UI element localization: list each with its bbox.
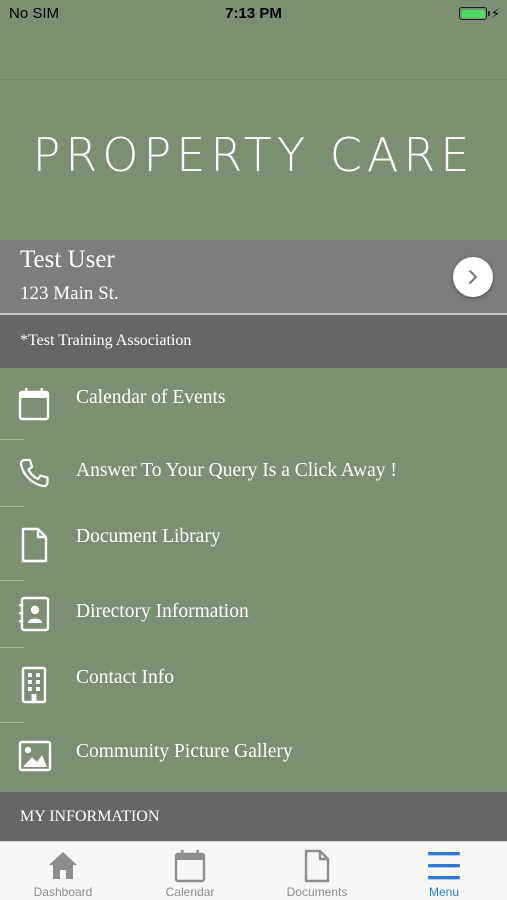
phone-icon <box>19 458 49 488</box>
picture-icon <box>18 740 52 772</box>
tab-calendar[interactable]: Calendar <box>127 842 253 900</box>
status-bar: No SIM 7:13 PM ⚡︎ <box>0 0 507 28</box>
menu-item-contact-info[interactable]: Contact Info <box>0 648 507 722</box>
home-icon <box>49 852 77 879</box>
menu-item-label: Directory Information <box>76 601 249 622</box>
calendar-icon <box>174 850 206 883</box>
tab-documents[interactable]: Documents <box>254 842 380 900</box>
tab-label: Calendar <box>165 885 215 899</box>
menu-item-calendar-of-events[interactable]: Calendar of Events <box>0 369 507 439</box>
document-icon <box>21 527 48 563</box>
tab-label: Menu <box>428 885 460 899</box>
menu-item-document-library[interactable]: Document Library <box>0 507 507 580</box>
association-label: *Test Training Association <box>20 332 192 349</box>
menu-item-label: Calendar of Events <box>76 387 226 408</box>
menu-icon <box>428 852 460 880</box>
my-information-label: MY INFORMATION <box>20 808 160 825</box>
user-profile-card[interactable]: Test User 123 Main St. <box>0 240 507 314</box>
user-address: 123 Main St. <box>20 283 119 304</box>
tab-bar: Dashboard Calendar Documents Menu <box>0 841 507 900</box>
tab-dashboard[interactable]: Dashboard <box>0 842 126 900</box>
menu-item-label: Answer To Your Query Is a Click Away ! <box>76 460 397 481</box>
document-icon <box>304 849 330 883</box>
menu-item-label: Community Picture Gallery <box>76 741 293 762</box>
calendar-icon <box>18 388 50 421</box>
association-header[interactable]: *Test Training Association <box>0 315 507 368</box>
user-name: Test User <box>20 246 115 273</box>
chevron-right-icon <box>469 270 477 284</box>
header-divider <box>0 79 507 80</box>
tab-label: Dashboard <box>33 885 93 899</box>
contact-card-icon <box>19 596 50 632</box>
menu-item-community-picture-gallery[interactable]: Community Picture Gallery <box>0 723 507 791</box>
battery-icon <box>459 7 490 20</box>
charging-bolt-icon: ⚡︎ <box>490 6 500 21</box>
brand-title: PROPERTY CARE <box>32 128 475 182</box>
status-time: 7:13 PM <box>225 5 282 22</box>
tab-menu[interactable]: Menu <box>381 842 507 900</box>
menu-item-label: Contact Info <box>76 667 175 688</box>
menu-item-directory-information[interactable]: Directory Information <box>0 581 507 647</box>
profile-arrow-button[interactable] <box>453 257 493 297</box>
tab-label: Documents <box>286 885 348 899</box>
building-icon <box>21 666 47 704</box>
menu-item-answer-query[interactable]: Answer To Your Query Is a Click Away ! <box>0 440 507 506</box>
my-information-header[interactable]: MY INFORMATION <box>0 791 507 841</box>
menu-item-label: Document Library <box>76 526 221 547</box>
